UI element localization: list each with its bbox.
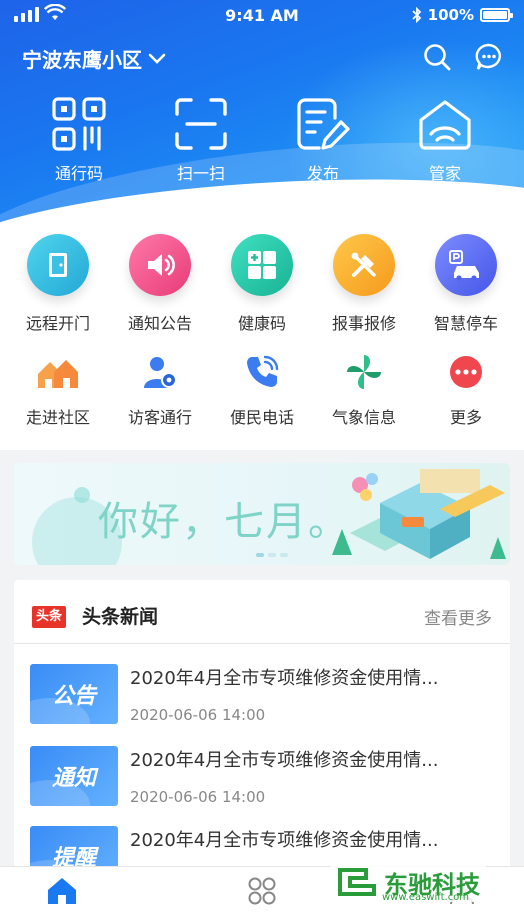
publish-edit-icon [297,98,350,150]
quick-label: 扫一扫 [176,164,225,183]
service-row-secondary: 走进社区 访客通行 便民电话 气象信息 更多 [0,350,524,428]
door-icon [27,234,89,296]
service-label: 更多 [449,408,482,427]
service-label: 通知公告 [127,314,192,333]
qr-code-icon [52,97,106,151]
quick-scan[interactable]: 扫一扫 [151,96,251,184]
status-right: 100% [412,6,513,24]
brand-logo-icon [338,868,376,896]
health-code-icon [231,234,293,296]
headline-tag: 头条 [32,606,67,628]
speaker-icon [129,234,191,296]
news-item-time: 2020-06-06 14:00 [130,788,266,806]
service-label: 报事报修 [331,314,396,333]
community-selector[interactable]: 宁波东鹰小区 [22,44,166,73]
home-icon [48,878,76,904]
quick-steward[interactable]: 管家 [395,96,495,184]
status-bar: 9:41 AM 100% [0,0,524,30]
more-icon [444,350,488,394]
search-icon[interactable] [422,42,452,72]
service-grid: 远程开门 通知公告 健康码 报事报修 智慧停车 走进社区 访客通行 便民电话 气… [0,232,524,450]
parking-car-icon [435,234,497,296]
quick-publish[interactable]: 发布 [273,96,373,184]
battery-icon [480,8,513,22]
community-houses-icon [36,350,80,394]
service-label: 气象信息 [331,408,396,427]
quick-actions: 通行码 扫一扫 发布 管家 [0,96,524,184]
header: 9:41 AM 100% 宁波东鹰小区 通行码 扫一扫 发布 管家 [0,0,524,232]
tab-services[interactable] [242,875,282,907]
phone-icon [240,350,284,394]
news-thumbnail: 通知 [30,746,118,806]
service-health-code[interactable]: 健康码 [212,234,312,334]
pinwheel-icon [342,350,386,394]
news-item-title: 2020年4月全市专项维修资金使用情... [130,668,439,689]
scan-icon [175,98,227,150]
service-remote-door[interactable]: 远程开门 [8,234,108,334]
quick-label: 通行码 [54,164,103,183]
quick-pass-code[interactable]: 通行码 [29,96,129,184]
service-visitor[interactable]: 访客通行 [110,350,210,428]
service-label: 便民电话 [229,408,294,427]
banner-greeting: 你好，七月。 [98,499,350,545]
service-row-primary: 远程开门 通知公告 健康码 报事报修 智慧停车 [0,234,524,334]
service-repair[interactable]: 报事报修 [314,234,414,334]
community-name: 宁波东鹰小区 [22,48,142,72]
service-community[interactable]: 走进社区 [8,350,108,428]
carousel-indicator [256,553,288,557]
service-label: 智慧停车 [433,314,498,333]
news-section-title: 头条新闻 [82,606,159,628]
watermark-logo: 东驰科技 www.easwift.com [330,862,486,903]
news-item-title: 2020年4月全市专项维修资金使用情... [130,750,439,771]
repair-tools-icon [333,234,395,296]
quick-label: 发布 [306,164,339,183]
news-thumbnail: 公告 [30,664,118,724]
news-item[interactable]: 通知 2020年4月全市专项维修资金使用情... 2020-06-06 14:0… [30,746,500,816]
home-steward-icon [419,100,471,150]
tab-home[interactable] [42,875,82,907]
grid-apps-icon [248,877,276,905]
message-icon[interactable] [474,42,504,72]
headline-news: 头条 头条新闻 查看更多 公告 2020年4月全市专项维修资金使用情... 20… [14,580,510,886]
header-actions [422,42,504,72]
news-item[interactable]: 公告 2020年4月全市专项维修资金使用情... 2020-06-06 14:0… [30,664,500,734]
watermark-url: www.easwift.com [382,892,470,903]
service-label: 远程开门 [25,314,90,333]
promo-banner[interactable]: 你好，七月。 [14,463,510,565]
service-label: 访客通行 [127,408,192,427]
news-item-time: 2020-06-06 14:00 [130,706,266,724]
thumb-label: 通知 [51,766,96,791]
battery-percent: 100% [427,6,474,24]
service-weather[interactable]: 气象信息 [314,350,414,428]
service-label: 走进社区 [25,408,90,427]
app-home-screen: 9:41 AM 100% 宁波东鹰小区 通行码 扫一扫 发布 管家 远程开门 通… [0,0,524,914]
service-phone[interactable]: 便民电话 [212,350,312,428]
service-smart-parking[interactable]: 智慧停车 [416,234,516,334]
service-notice[interactable]: 通知公告 [110,234,210,334]
bluetooth-icon [412,7,421,23]
chevron-down-icon [148,53,166,64]
banner-illustration [332,469,506,559]
banner-decoration [74,487,90,503]
thumb-label: 公告 [51,684,96,709]
view-more-link[interactable]: 查看更多 [424,604,492,629]
quick-label: 管家 [428,164,461,183]
news-item-title: 2020年4月全市专项维修资金使用情... [130,830,439,851]
service-more[interactable]: 更多 [416,350,516,428]
news-header: 头条 头条新闻 查看更多 [14,580,510,644]
service-label: 健康码 [237,314,286,333]
visitor-icon [138,350,182,394]
